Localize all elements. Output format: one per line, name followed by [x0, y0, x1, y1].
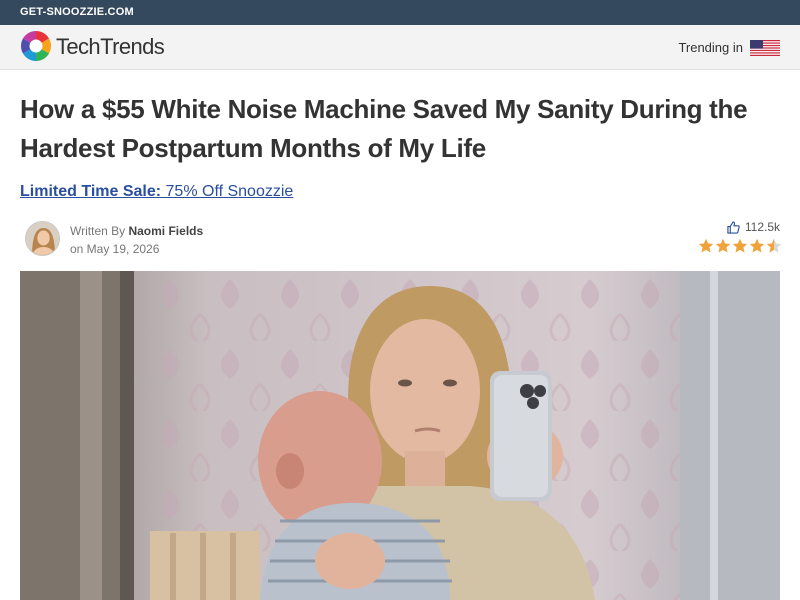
star-icon — [749, 238, 765, 253]
star-icon — [715, 238, 731, 253]
site-domain-link[interactable]: GET-SNOOZZIE.COM — [20, 6, 134, 18]
site-brand[interactable]: TechTrends — [56, 34, 165, 60]
article-headline: How a $55 White Noise Machine Saved My S… — [20, 94, 748, 163]
author-avatar — [25, 221, 60, 256]
likes-count: 112.5k — [727, 220, 780, 234]
star-icon — [732, 238, 748, 253]
trending-label: Trending in — [678, 40, 743, 55]
article-hero-image — [20, 271, 780, 600]
us-flag-icon[interactable] — [750, 40, 780, 56]
sale-link-text: 75% Off Snoozzie — [161, 183, 294, 200]
written-by-line: Written By Naomi Fields — [70, 222, 203, 240]
publish-date: on May 19, 2026 — [70, 242, 160, 256]
written-by-label: Written By — [70, 224, 129, 238]
likes-value: 112.5k — [744, 220, 780, 234]
author-name: Naomi Fields — [128, 224, 204, 238]
site-header: TechTrends Trending in — [0, 25, 800, 70]
half-star-icon — [766, 238, 782, 253]
top-bar: GET-SNOOZZIE.COM — [0, 0, 800, 25]
sale-link[interactable]: Limited Time Sale: 75% Off Snoozzie — [20, 183, 293, 201]
thumbs-up-icon[interactable] — [727, 220, 740, 234]
logo-icon[interactable] — [20, 30, 52, 62]
sale-link-label: Limited Time Sale: — [20, 183, 162, 200]
star-rating — [698, 238, 782, 254]
star-icon — [698, 238, 714, 253]
byline: Written By Naomi Fields on May 19, 2026 — [70, 222, 203, 258]
